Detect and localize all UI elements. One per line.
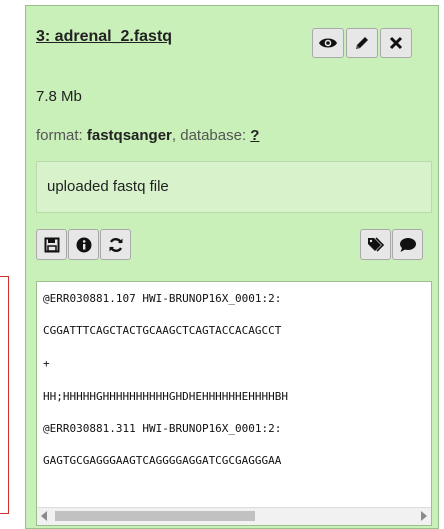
peek-line: @ERR030881.311 HWI-BRUNOP16X_0001:2: bbox=[43, 422, 282, 435]
peek-line: GAGTGCGAGGGAAGTCAGGGGAGGATCGCGAGGGAA bbox=[43, 454, 282, 467]
save-icon bbox=[44, 237, 59, 252]
tags-button[interactable] bbox=[360, 229, 391, 260]
save-button[interactable] bbox=[36, 229, 67, 260]
dataset-size: 7.8 Mb bbox=[36, 88, 82, 105]
pencil-icon bbox=[356, 37, 368, 49]
dataset-title[interactable]: 3: adrenal_2.fastq bbox=[36, 28, 172, 46]
edit-button[interactable] bbox=[346, 28, 378, 58]
dataset-peek[interactable]: @ERR030881.107 HWI-BRUNOP16X_0001:2: CGG… bbox=[36, 281, 432, 526]
highlight-bracket bbox=[0, 276, 9, 514]
delete-button[interactable] bbox=[380, 28, 412, 58]
dataset-info: uploaded fastq file bbox=[36, 161, 432, 213]
comments-button[interactable] bbox=[392, 229, 423, 260]
scrollbar-thumb[interactable] bbox=[55, 511, 255, 521]
comment-icon bbox=[399, 237, 416, 252]
dataset-panel: 3: adrenal_2.fastq 7.8 Mb format: fastqs… bbox=[25, 5, 439, 529]
view-button[interactable] bbox=[312, 28, 344, 58]
refresh-icon bbox=[109, 237, 122, 252]
dataset-right-toolbar bbox=[360, 229, 424, 260]
peek-line: CGGATTTCAGCTACTGCAAGCTCAGTACCACAGCCT bbox=[43, 324, 282, 337]
scroll-right-icon[interactable] bbox=[421, 511, 427, 521]
dataset-format-line: format: fastqsanger, database: ? bbox=[36, 127, 259, 144]
tags-icon bbox=[367, 236, 384, 252]
dataset-actions bbox=[312, 28, 414, 58]
format-value: fastqsanger bbox=[86, 127, 172, 144]
database-link[interactable]: ? bbox=[250, 127, 259, 144]
info-button[interactable] bbox=[68, 229, 99, 260]
close-icon bbox=[389, 36, 403, 50]
eye-icon bbox=[319, 38, 337, 48]
peek-line: + bbox=[43, 357, 50, 370]
info-icon bbox=[76, 237, 91, 252]
rerun-button[interactable] bbox=[100, 229, 131, 260]
database-prefix: , database: bbox=[171, 127, 251, 144]
format-prefix: format: bbox=[36, 127, 87, 144]
horizontal-scrollbar[interactable] bbox=[37, 507, 431, 525]
dataset-toolbar bbox=[36, 229, 132, 260]
scroll-left-icon[interactable] bbox=[41, 511, 47, 521]
peek-line: @ERR030881.107 HWI-BRUNOP16X_0001:2: bbox=[43, 292, 282, 305]
peek-line: HH;HHHHHGHHHHHHHHHHGHDHEHHHHHHEHHHHBH bbox=[43, 390, 289, 403]
